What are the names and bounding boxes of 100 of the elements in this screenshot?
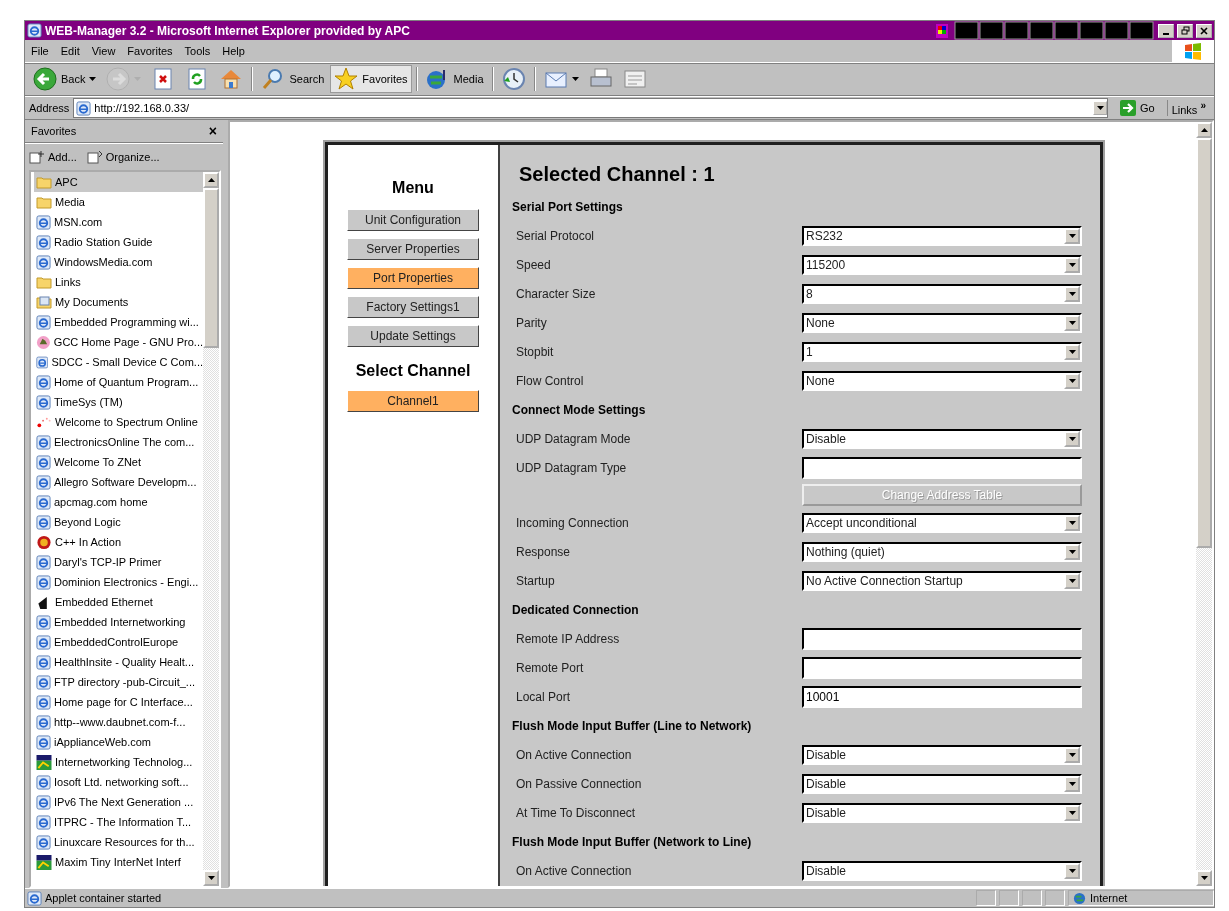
favorite-item[interactable]: Internetworking Technolog...: [34, 752, 203, 772]
favorite-item[interactable]: http--www.daubnet.com-f...: [34, 712, 203, 732]
dropdown-button[interactable]: [1064, 430, 1080, 447]
text-field[interactable]: [802, 627, 1082, 650]
dropdown-field[interactable]: Disable: [802, 802, 1082, 823]
dropdown-button[interactable]: [1064, 746, 1080, 763]
favorite-item[interactable]: Beyond Logic: [34, 512, 203, 532]
scroll-down-button[interactable]: [1196, 870, 1212, 886]
favorite-item[interactable]: Dominion Electronics - Engi...: [34, 572, 203, 592]
favorite-item[interactable]: Radio Station Guide: [34, 232, 203, 252]
dropdown-button[interactable]: [1064, 543, 1080, 560]
dropdown-button[interactable]: [1064, 285, 1080, 302]
favorite-item[interactable]: TimeSys (TM): [34, 392, 203, 412]
close-button[interactable]: ×: [208, 123, 217, 139]
favorite-item[interactable]: Links: [34, 272, 203, 292]
favorite-item[interactable]: Welcome To ZNet: [34, 452, 203, 472]
menu-item[interactable]: File: [25, 45, 55, 57]
close-button[interactable]: [1196, 23, 1212, 38]
dropdown-field[interactable]: Disable: [802, 428, 1082, 449]
scroll-up-button[interactable]: [203, 172, 219, 188]
dropdown-field[interactable]: Disable: [802, 744, 1082, 765]
dropdown-button[interactable]: [1093, 101, 1107, 115]
favorite-item[interactable]: My Documents: [34, 292, 203, 312]
add-button[interactable]: Add...: [29, 150, 77, 164]
favorite-item[interactable]: HealthInsite - Quality Healt...: [34, 652, 203, 672]
scrollbar-thumb[interactable]: [203, 188, 219, 348]
favorite-item[interactable]: EmbeddedControlEurope: [34, 632, 203, 652]
menu-item[interactable]: Help: [216, 45, 251, 57]
dropdown-field[interactable]: None: [802, 370, 1082, 391]
restore-button[interactable]: [1177, 23, 1193, 38]
favorite-item[interactable]: ElectronicsOnline The com...: [34, 432, 203, 452]
media-button[interactable]: Media: [421, 65, 488, 93]
dropdown-field[interactable]: 115200: [802, 254, 1082, 275]
menu-button[interactable]: Port Properties: [347, 267, 479, 289]
favorite-item[interactable]: Daryl's TCP-IP Primer: [34, 552, 203, 572]
dropdown-button[interactable]: [1064, 804, 1080, 821]
scrollbar-thumb[interactable]: [1196, 138, 1212, 548]
dropdown-field[interactable]: Disable: [802, 773, 1082, 794]
favorite-item[interactable]: GCC Home Page - GNU Pro...: [34, 332, 203, 352]
organize-button[interactable]: Organize...: [86, 150, 160, 164]
menu-button[interactable]: Factory Settings1: [347, 296, 479, 318]
dropdown-field[interactable]: RS232: [802, 225, 1082, 246]
dropdown-button[interactable]: [1064, 372, 1080, 389]
menu-item[interactable]: Favorites: [121, 45, 179, 57]
favorite-item[interactable]: Home of Quantum Program...: [34, 372, 203, 392]
favorite-item[interactable]: Iosoft Ltd. networking soft...: [34, 772, 203, 792]
menu-button[interactable]: Unit Configuration: [347, 209, 479, 231]
favorite-item[interactable]: MSN.com: [34, 212, 203, 232]
text-field[interactable]: [802, 456, 1082, 479]
dropdown-field[interactable]: 1: [802, 341, 1082, 362]
menu-button[interactable]: Channel1: [347, 390, 479, 412]
dropdown-button[interactable]: [1064, 256, 1080, 273]
dropdown-field[interactable]: No Active Connection Startup: [802, 570, 1082, 591]
favorite-item[interactable]: Maxim Tiny InterNet Interf: [34, 852, 203, 872]
menu-item[interactable]: View: [85, 45, 122, 57]
favorite-item[interactable]: Home page for C Interface...: [34, 692, 203, 712]
menu-item[interactable]: Tools: [178, 45, 217, 57]
favorite-item[interactable]: C++ In Action: [34, 532, 203, 552]
favorite-item[interactable]: Embedded Internetworking: [34, 612, 203, 632]
favorite-item[interactable]: Allegro Software Developm...: [34, 472, 203, 492]
dropdown-field[interactable]: Nothing (quiet): [802, 541, 1082, 562]
dropdown-field[interactable]: Accept unconditional: [802, 512, 1082, 533]
menu-button[interactable]: Update Settings: [347, 325, 479, 347]
favorite-item[interactable]: apcmag.com home: [34, 492, 203, 512]
search-button[interactable]: Search: [257, 65, 329, 93]
favorite-item[interactable]: Media: [34, 192, 203, 212]
favorite-item[interactable]: ITPRC - The Information T...: [34, 812, 203, 832]
dropdown-button[interactable]: [1064, 572, 1080, 589]
favorite-item[interactable]: Linuxcare Resources for th...: [34, 832, 203, 852]
minimize-button[interactable]: [1158, 23, 1174, 38]
dropdown-button[interactable]: [1064, 862, 1080, 879]
favorite-item[interactable]: Embedded Ethernet: [34, 592, 203, 612]
back-button[interactable]: Back: [29, 65, 101, 93]
favorite-item[interactable]: Embedded Programming wi...: [34, 312, 203, 332]
address-field[interactable]: http://192.168.0.33/: [73, 98, 1108, 118]
favorite-item[interactable]: WindowsMedia.com: [34, 252, 203, 272]
scroll-down-button[interactable]: [203, 870, 219, 886]
scroll-up-button[interactable]: [1196, 122, 1212, 138]
dropdown-button[interactable]: [1064, 514, 1080, 531]
favorite-item[interactable]: iApplianceWeb.com: [34, 732, 203, 752]
text-field[interactable]: 10001: [802, 685, 1082, 708]
dropdown-button[interactable]: [1064, 314, 1080, 331]
favorite-item[interactable]: Welcome to Spectrum Online: [34, 412, 203, 432]
favorite-item[interactable]: SDCC - Small Device C Com...: [34, 352, 203, 372]
dropdown-button[interactable]: [1064, 227, 1080, 244]
dropdown-field[interactable]: 8: [802, 283, 1082, 304]
favorite-item[interactable]: FTP directory -pub-Circuit_...: [34, 672, 203, 692]
favorite-item[interactable]: IPv6 The Next Generation ...: [34, 792, 203, 812]
dropdown-field[interactable]: None: [802, 312, 1082, 333]
favorite-item[interactable]: APC: [34, 172, 203, 192]
dropdown-button[interactable]: [1064, 775, 1080, 792]
menu-item[interactable]: Edit: [54, 45, 86, 57]
dropdown-field[interactable]: Disable: [802, 860, 1082, 881]
browser-page-icon: [36, 374, 51, 390]
favorites-button[interactable]: Favorites: [330, 65, 412, 93]
menu-button[interactable]: Server Properties: [347, 238, 479, 260]
go-button[interactable]: Go: [1112, 98, 1163, 118]
folder-icon: [36, 175, 52, 189]
dropdown-button[interactable]: [1064, 343, 1080, 360]
text-field[interactable]: [802, 656, 1082, 679]
